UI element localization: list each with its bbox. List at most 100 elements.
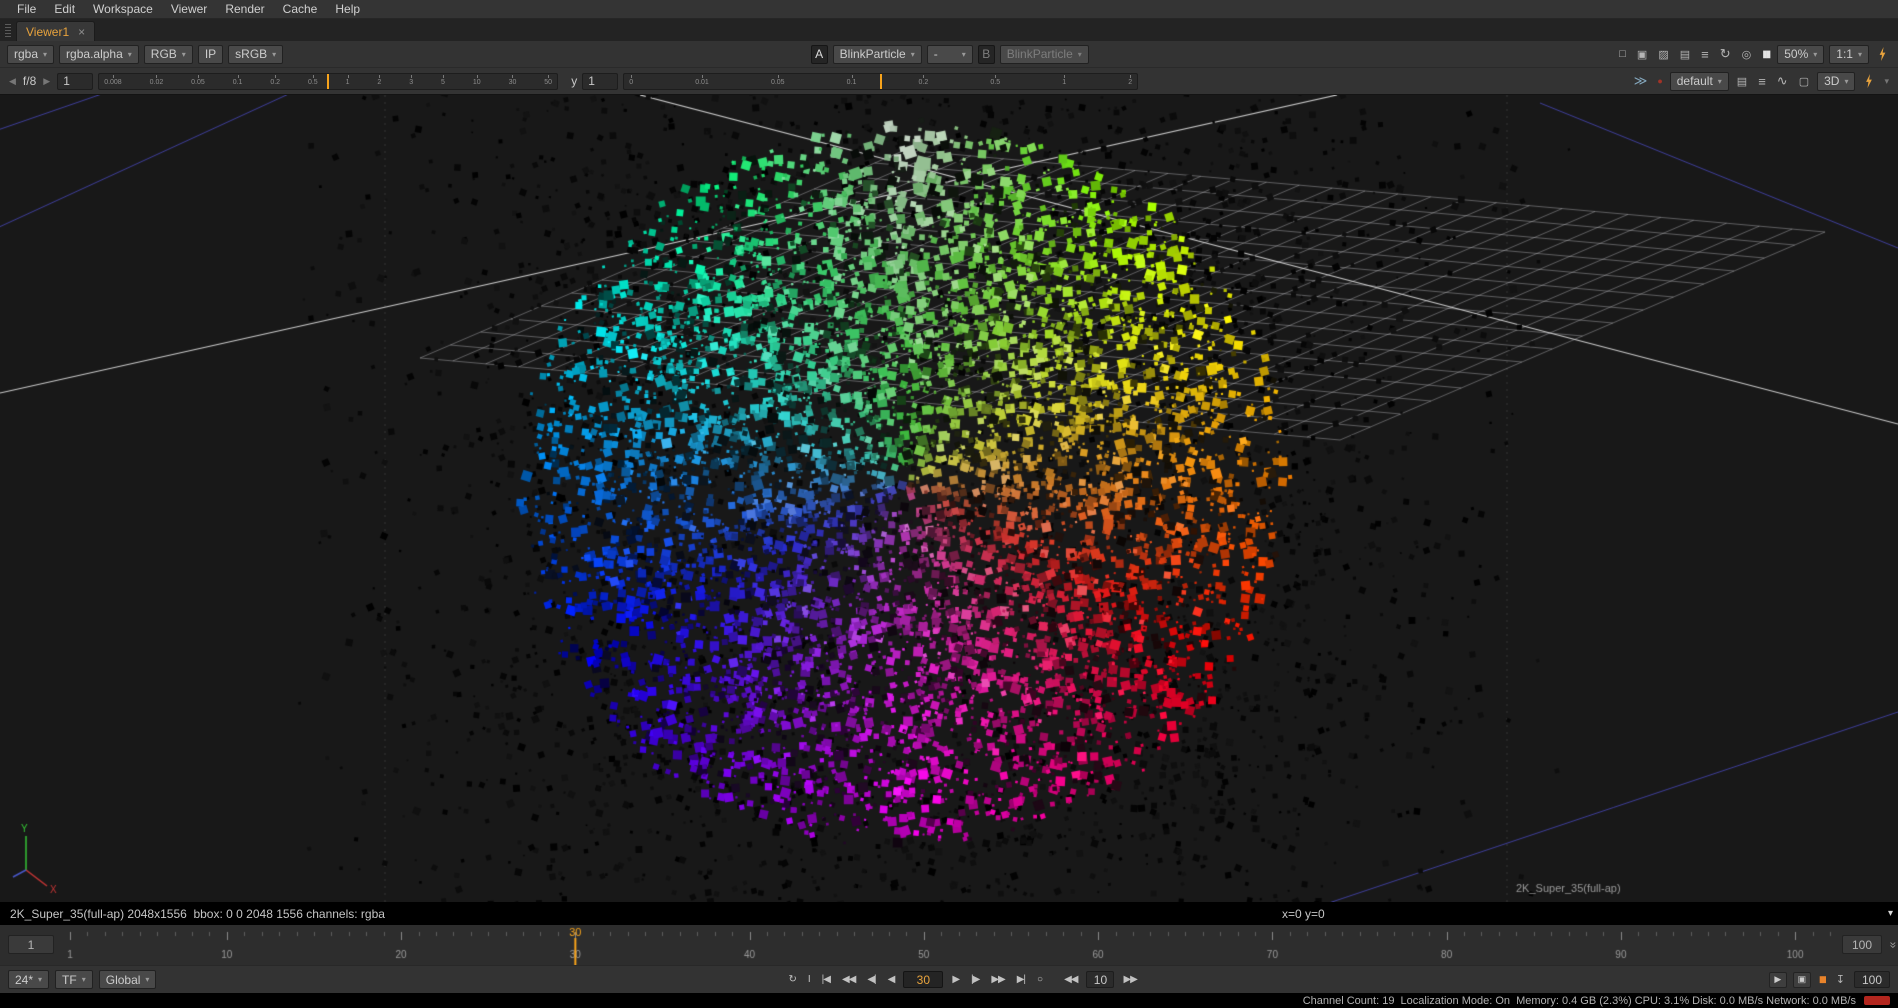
playback-mode-button[interactable]: ↻ (785, 972, 798, 987)
range-scope-value: Global (106, 973, 141, 987)
input-a-dropdown[interactable]: BlinkParticle ▾ (833, 45, 922, 64)
gain-input[interactable]: 1 (57, 73, 93, 90)
layer-dropdown[interactable]: rgba ▾ (7, 45, 54, 64)
collapse-chevron-icon[interactable]: » (1887, 942, 1898, 949)
menu-bar: File Edit Workspace Viewer Render Cache … (0, 0, 1898, 19)
gamma-slider[interactable]: 00.010.050.10.20.512 (623, 73, 1138, 90)
pause-icon[interactable]: ▮▮ (1759, 49, 1772, 60)
monitor-output-icon[interactable]: ▤ (1677, 48, 1693, 61)
menu-file[interactable]: File (8, 0, 45, 18)
current-frame-field[interactable]: 30 (903, 971, 943, 988)
chevron-down-icon: ▾ (1078, 50, 1082, 59)
step-back-button[interactable]: ◀| (864, 972, 878, 987)
chevron-down-icon[interactable]: ▾ (1888, 908, 1893, 919)
slider-tick-label: 5 (441, 74, 445, 89)
folder-icon[interactable]: ▤ (1734, 75, 1750, 88)
flipbook-play-icon[interactable]: ▶ (1769, 972, 1787, 988)
inout-range-button[interactable]: I (805, 972, 813, 987)
playback-bar: 24* ▾ TF ▾ Global ▾ ↻ I |◀ ◀◀ ◀| ◀ 30 ▶ … (0, 965, 1898, 993)
pane-grip[interactable] (5, 24, 11, 38)
alpha-channel-value: rgba.alpha (66, 47, 123, 61)
loop-button[interactable]: ○ (1034, 972, 1045, 987)
alpha-channel-dropdown[interactable]: rgba.alpha ▾ (59, 45, 139, 64)
gamma-slider-handle[interactable] (880, 74, 882, 89)
proxy-dropdown[interactable]: 1:1 ▾ (1829, 45, 1869, 64)
range-start-box[interactable]: 1 (8, 935, 54, 954)
tab-viewer1[interactable]: Viewer1 × (16, 21, 95, 41)
input-b-value: BlinkParticle (1007, 47, 1073, 61)
slider-tick-label: 0.05 (191, 74, 205, 89)
view-preset-dropdown[interactable]: default ▾ (1670, 72, 1729, 91)
display-style-dropdown[interactable]: RGB ▾ (144, 45, 193, 64)
chevron-down-icon: ▾ (1844, 77, 1848, 86)
gamma-input[interactable]: 1 (582, 73, 618, 90)
end-frame-field[interactable]: 100 (1854, 971, 1890, 988)
input-process-label: IP (205, 47, 216, 61)
input-b-dropdown[interactable]: BlinkParticle ▾ (1000, 45, 1089, 64)
stereo-icon[interactable]: ≫ (1631, 73, 1651, 89)
first-frame-button[interactable]: |◀ (819, 972, 833, 987)
chevron-down-icon: ▾ (962, 50, 966, 59)
zoom-value: 50% (1784, 47, 1808, 61)
menu-cache[interactable]: Cache (274, 0, 327, 18)
viewer-info-bar: 2K_Super_35(full-ap) 2048x1556 bbox: 0 0… (0, 902, 1898, 925)
menu-render[interactable]: Render (216, 0, 273, 18)
cache-pause-icon[interactable]: ▮▮ (1817, 974, 1827, 985)
frame-ruler[interactable] (0, 925, 1898, 965)
menu-workspace[interactable]: Workspace (84, 0, 162, 18)
menu-viewer[interactable]: Viewer (162, 0, 216, 18)
tf-dropdown[interactable]: TF ▾ (55, 970, 93, 989)
gain-slider[interactable]: 0.0080.020.050.10.20.51235103050 (98, 73, 558, 90)
prev-keyframe-button[interactable]: ◀◀ (839, 972, 858, 987)
pointer-coordinates: x=0 y=0 (1282, 907, 1325, 921)
lightning-icon[interactable] (1878, 47, 1887, 61)
timeline: 1 100 » (0, 925, 1898, 965)
stripes-icon[interactable]: ▨ (1655, 48, 1671, 61)
viewer-colorspace-dropdown[interactable]: sRGB ▾ (228, 45, 283, 64)
prev-fstop-icon[interactable]: ◀ (7, 76, 18, 87)
list-icon[interactable]: ≡ (1755, 74, 1769, 89)
range-end-box[interactable]: 100 (1842, 935, 1882, 954)
play-forward-button[interactable]: ▶ (949, 972, 962, 987)
jump-forward-button[interactable]: ▶▶ (1120, 972, 1139, 987)
chevron-down-icon[interactable]: ▾ (1882, 76, 1891, 87)
chevron-down-icon: ▾ (911, 50, 915, 59)
menu-icon[interactable]: ≡ (1698, 47, 1712, 62)
viewer-3d-viewport[interactable] (0, 95, 1898, 902)
step-forward-button[interactable]: |▶ (968, 972, 982, 987)
next-fstop-icon[interactable]: ▶ (41, 76, 52, 87)
range-scope-dropdown[interactable]: Global ▾ (99, 970, 157, 989)
checker-icon[interactable]: □ (1616, 48, 1629, 60)
play-backward-button[interactable]: ◀ (885, 972, 898, 987)
monitor-icon[interactable]: ▣ (1634, 48, 1650, 61)
next-keyframe-button[interactable]: ▶▶ (988, 972, 1007, 987)
menu-help[interactable]: Help (326, 0, 369, 18)
particle-scene-canvas[interactable] (0, 95, 1898, 902)
slider-tick-label: 0.5 (990, 74, 1000, 89)
jump-back-button[interactable]: ◀◀ (1061, 972, 1080, 987)
tab-close-icon[interactable]: × (78, 25, 85, 39)
refresh-icon[interactable]: ↻ (1717, 46, 1734, 62)
input-a-value: BlinkParticle (840, 47, 906, 61)
last-frame-button[interactable]: ▶| (1014, 972, 1028, 987)
menu-edit[interactable]: Edit (45, 0, 84, 18)
lightning-icon[interactable] (1864, 74, 1873, 88)
export-icon[interactable]: ↧ (1833, 973, 1848, 986)
frame-increment-field[interactable]: 10 (1086, 971, 1114, 988)
flipbook-monitor-icon[interactable]: ▣ (1793, 972, 1811, 988)
fps-dropdown[interactable]: 24* ▾ (8, 970, 49, 989)
slider-tick-label: 30 (509, 74, 517, 89)
gain-slider-handle[interactable] (327, 74, 329, 89)
zoom-dropdown[interactable]: 50% ▾ (1777, 45, 1824, 64)
view-mode-dropdown[interactable]: 3D ▾ (1817, 72, 1855, 91)
marquee-icon[interactable]: ▢ (1796, 75, 1812, 88)
input-process-button[interactable]: IP (198, 45, 223, 64)
target-icon[interactable]: ◎ (1739, 48, 1755, 61)
view-mode-value: 3D (1824, 74, 1839, 88)
ab-blend-dropdown[interactable]: - ▾ (927, 45, 973, 64)
curve-icon[interactable]: ∿ (1774, 73, 1791, 89)
roi-indicator-icon[interactable]: ● (1655, 76, 1664, 86)
input-a-badge: A (811, 45, 828, 64)
ab-blend-value: - (934, 47, 938, 61)
slider-tick-label: 10 (473, 74, 481, 89)
